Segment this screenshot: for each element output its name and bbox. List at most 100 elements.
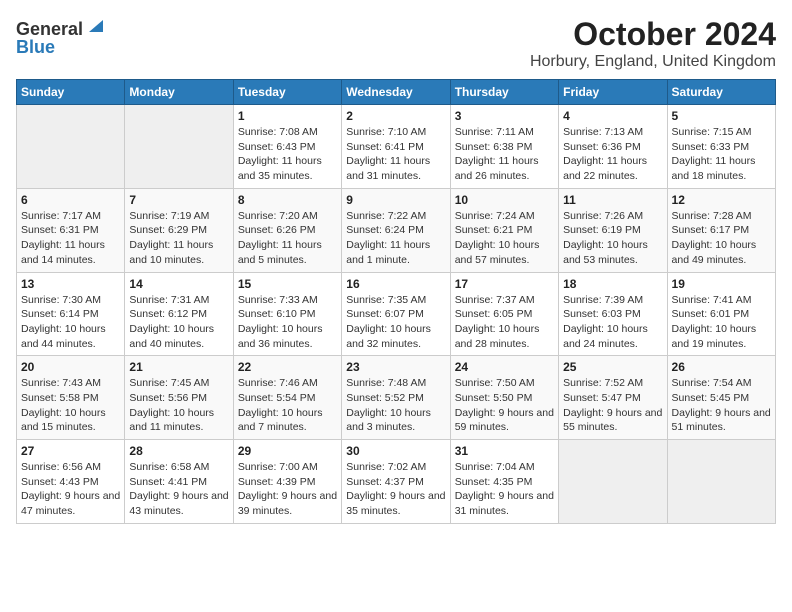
day-number: 25 [563, 360, 662, 374]
day-number: 6 [21, 193, 120, 207]
weekday-header-row: SundayMondayTuesdayWednesdayThursdayFrid… [17, 80, 776, 105]
calendar-cell: 9Sunrise: 7:22 AMSunset: 6:24 PMDaylight… [342, 188, 450, 272]
day-content: Sunrise: 7:33 AMSunset: 6:10 PMDaylight:… [238, 293, 337, 352]
day-number: 4 [563, 109, 662, 123]
day-number: 15 [238, 277, 337, 291]
calendar-cell: 15 Sunrise: 7:33 AMSunset: 6:10 PMDayligh… [233, 272, 341, 356]
day-content: Sunrise: 7:28 AMSunset: 6:17 PMDaylight:… [672, 209, 771, 268]
calendar-cell: 25 Sunrise: 7:52 AMSunset: 5:47 PMDayligh… [559, 356, 667, 440]
logo: General Blue [16, 16, 103, 58]
calendar-cell: 29 Sunrise: 7:00 AMSunset: 4:39 PMDayligh… [233, 440, 341, 524]
logo-triangle-icon [85, 16, 103, 39]
calendar-cell: 8 Sunrise: 7:20 AMSunset: 6:26 PMDaylight… [233, 188, 341, 272]
weekday-header-monday: Monday [125, 80, 233, 105]
location-subtitle: Horbury, England, United Kingdom [530, 53, 776, 71]
calendar-week-row: 27 Sunrise: 6:56 AMSunset: 4:43 PMDayligh… [17, 440, 776, 524]
day-content: Sunrise: 7:52 AMSunset: 5:47 PMDaylight:… [563, 376, 662, 435]
calendar-body: 1 Sunrise: 7:08 AMSunset: 6:43 PMDaylight… [17, 105, 776, 524]
day-content: Sunrise: 7:13 AMSunset: 6:36 PMDaylight:… [563, 125, 662, 184]
day-content: Sunrise: 7:54 AMSunset: 5:45 PMDaylight:… [672, 376, 771, 435]
calendar-cell [125, 105, 233, 189]
calendar-cell: 31Sunrise: 7:04 AMSunset: 4:35 PMDayligh… [450, 440, 558, 524]
weekday-header-sunday: Sunday [17, 80, 125, 105]
day-number: 27 [21, 444, 120, 458]
day-number: 2 [346, 109, 445, 123]
day-number: 19 [672, 277, 771, 291]
day-content: Sunrise: 7:11 AMSunset: 6:38 PMDaylight:… [455, 125, 554, 184]
calendar-week-row: 1 Sunrise: 7:08 AMSunset: 6:43 PMDaylight… [17, 105, 776, 189]
day-content: Sunrise: 7:37 AMSunset: 6:05 PMDaylight:… [455, 293, 554, 352]
day-number: 10 [455, 193, 554, 207]
weekday-header-wednesday: Wednesday [342, 80, 450, 105]
day-content: Sunrise: 7:17 AMSunset: 6:31 PMDaylight:… [21, 209, 120, 268]
day-number: 7 [129, 193, 228, 207]
calendar-cell: 7 Sunrise: 7:19 AMSunset: 6:29 PMDaylight… [125, 188, 233, 272]
day-content: Sunrise: 7:10 AMSunset: 6:41 PMDaylight:… [346, 125, 445, 184]
calendar-cell: 30 Sunrise: 7:02 AMSunset: 4:37 PMDayligh… [342, 440, 450, 524]
calendar-cell: 3 Sunrise: 7:11 AMSunset: 6:38 PMDaylight… [450, 105, 558, 189]
day-number: 18 [563, 277, 662, 291]
calendar-week-row: 20Sunrise: 7:43 AMSunset: 5:58 PMDayligh… [17, 356, 776, 440]
day-content: Sunrise: 7:08 AMSunset: 6:43 PMDaylight:… [238, 125, 337, 184]
calendar-header: SundayMondayTuesdayWednesdayThursdayFrid… [17, 80, 776, 105]
day-number: 11 [563, 193, 662, 207]
weekday-header-saturday: Saturday [667, 80, 775, 105]
day-number: 3 [455, 109, 554, 123]
logo-blue-text: Blue [16, 37, 55, 58]
calendar-table: SundayMondayTuesdayWednesdayThursdayFrid… [16, 79, 776, 524]
day-number: 28 [129, 444, 228, 458]
calendar-cell [667, 440, 775, 524]
month-title: October 2024 [530, 16, 776, 53]
day-content: Sunrise: 7:45 AMSunset: 5:56 PMDaylight:… [129, 376, 228, 435]
day-content: Sunrise: 7:02 AMSunset: 4:37 PMDaylight:… [346, 460, 445, 519]
calendar-cell: 13 Sunrise: 7:30 AMSunset: 6:14 PMDayligh… [17, 272, 125, 356]
day-number: 26 [672, 360, 771, 374]
calendar-cell: 28Sunrise: 6:58 AMSunset: 4:41 PMDayligh… [125, 440, 233, 524]
day-content: Sunrise: 6:56 AMSunset: 4:43 PMDaylight:… [21, 460, 120, 519]
weekday-header-thursday: Thursday [450, 80, 558, 105]
day-content: Sunrise: 7:15 AMSunset: 6:33 PMDaylight:… [672, 125, 771, 184]
calendar-cell: 27 Sunrise: 6:56 AMSunset: 4:43 PMDayligh… [17, 440, 125, 524]
day-content: Sunrise: 7:39 AMSunset: 6:03 PMDaylight:… [563, 293, 662, 352]
calendar-cell: 26 Sunrise: 7:54 AMSunset: 5:45 PMDayligh… [667, 356, 775, 440]
calendar-cell: 14Sunrise: 7:31 AMSunset: 6:12 PMDayligh… [125, 272, 233, 356]
page-header: General Blue October 2024 Horbury, Engla… [16, 16, 776, 71]
day-number: 20 [21, 360, 120, 374]
weekday-header-tuesday: Tuesday [233, 80, 341, 105]
day-content: Sunrise: 7:19 AMSunset: 6:29 PMDaylight:… [129, 209, 228, 268]
calendar-week-row: 6 Sunrise: 7:17 AMSunset: 6:31 PMDaylight… [17, 188, 776, 272]
day-number: 23 [346, 360, 445, 374]
day-content: Sunrise: 7:00 AMSunset: 4:39 PMDaylight:… [238, 460, 337, 519]
day-number: 9 [346, 193, 445, 207]
calendar-cell: 18 Sunrise: 7:39 AMSunset: 6:03 PMDayligh… [559, 272, 667, 356]
day-number: 22 [238, 360, 337, 374]
day-number: 16 [346, 277, 445, 291]
day-number: 12 [672, 193, 771, 207]
day-number: 24 [455, 360, 554, 374]
calendar-cell: 21Sunrise: 7:45 AMSunset: 5:56 PMDayligh… [125, 356, 233, 440]
day-number: 30 [346, 444, 445, 458]
calendar-cell: 22 Sunrise: 7:46 AMSunset: 5:54 PMDayligh… [233, 356, 341, 440]
calendar-cell: 11 Sunrise: 7:26 AMSunset: 6:19 PMDayligh… [559, 188, 667, 272]
day-content: Sunrise: 7:20 AMSunset: 6:26 PMDaylight:… [238, 209, 337, 268]
day-content: Sunrise: 7:26 AMSunset: 6:19 PMDaylight:… [563, 209, 662, 268]
calendar-cell: 20Sunrise: 7:43 AMSunset: 5:58 PMDayligh… [17, 356, 125, 440]
day-number: 14 [129, 277, 228, 291]
day-content: Sunrise: 7:46 AMSunset: 5:54 PMDaylight:… [238, 376, 337, 435]
day-number: 13 [21, 277, 120, 291]
calendar-cell: 17Sunrise: 7:37 AMSunset: 6:05 PMDayligh… [450, 272, 558, 356]
calendar-cell: 6 Sunrise: 7:17 AMSunset: 6:31 PMDaylight… [17, 188, 125, 272]
day-number: 5 [672, 109, 771, 123]
weekday-header-friday: Friday [559, 80, 667, 105]
calendar-cell: 16 Sunrise: 7:35 AMSunset: 6:07 PMDayligh… [342, 272, 450, 356]
day-number: 8 [238, 193, 337, 207]
day-content: Sunrise: 7:35 AMSunset: 6:07 PMDaylight:… [346, 293, 445, 352]
day-number: 29 [238, 444, 337, 458]
day-number: 31 [455, 444, 554, 458]
calendar-cell: 10Sunrise: 7:24 AMSunset: 6:21 PMDayligh… [450, 188, 558, 272]
day-content: Sunrise: 7:30 AMSunset: 6:14 PMDaylight:… [21, 293, 120, 352]
calendar-cell: 2 Sunrise: 7:10 AMSunset: 6:41 PMDaylight… [342, 105, 450, 189]
day-content: Sunrise: 7:50 AMSunset: 5:50 PMDaylight:… [455, 376, 554, 435]
day-content: Sunrise: 7:41 AMSunset: 6:01 PMDaylight:… [672, 293, 771, 352]
day-number: 1 [238, 109, 337, 123]
